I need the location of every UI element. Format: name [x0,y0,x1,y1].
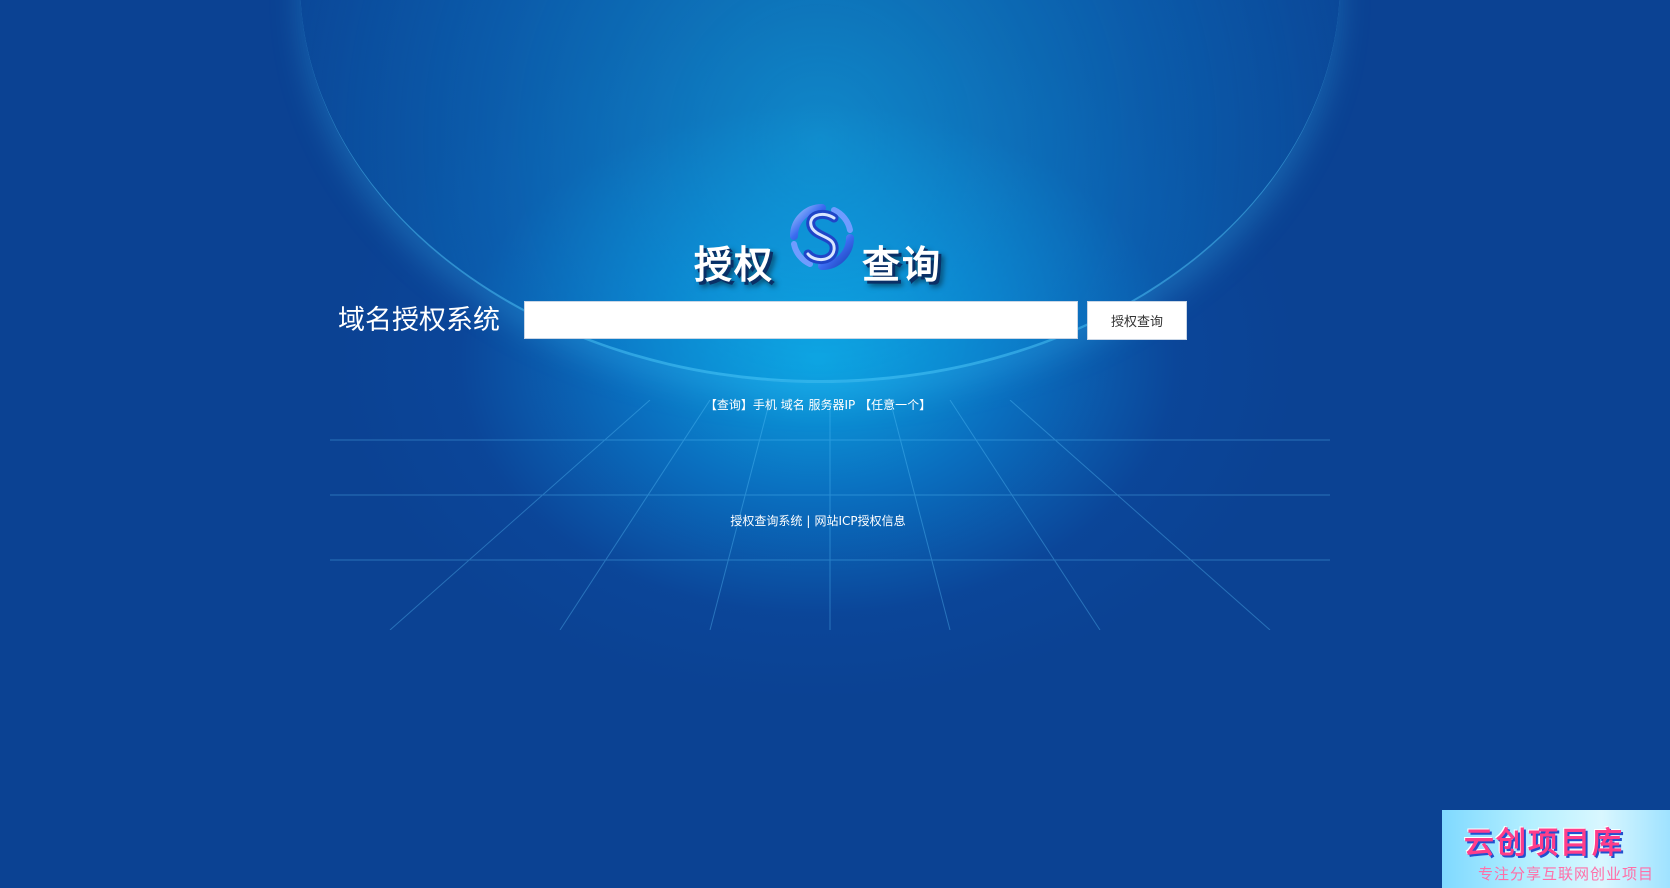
logo-text-left: 授权 [694,243,775,287]
s-swirl-emblem-icon [790,204,854,270]
footer-link-auth-query-system[interactable]: 授权查询系统 [730,514,802,528]
watermark-banner: 云创项目库 专注分享互联网创业项目 [1442,810,1670,888]
footer-separator: | [806,514,811,528]
search-label: 域名授权系统 [338,305,500,336]
search-input[interactable] [524,301,1078,339]
search-hint: 【查询】手机 域名 服务器IP 【任意一个】 [704,398,932,412]
watermark-subtitle: 专注分享互联网创业项目 [1478,865,1655,883]
footer-links: 授权查询系统 | 网站ICP授权信息 [0,512,1636,529]
logo-text-right: 查询 [862,243,943,287]
footer-link-icp-info[interactable]: 网站ICP授权信息 [814,514,905,528]
watermark-title: 云创项目库 [1464,826,1624,861]
authorize-query-button[interactable]: 授权查询 [1087,301,1187,340]
site-logo: 授权 查询 [690,196,950,287]
